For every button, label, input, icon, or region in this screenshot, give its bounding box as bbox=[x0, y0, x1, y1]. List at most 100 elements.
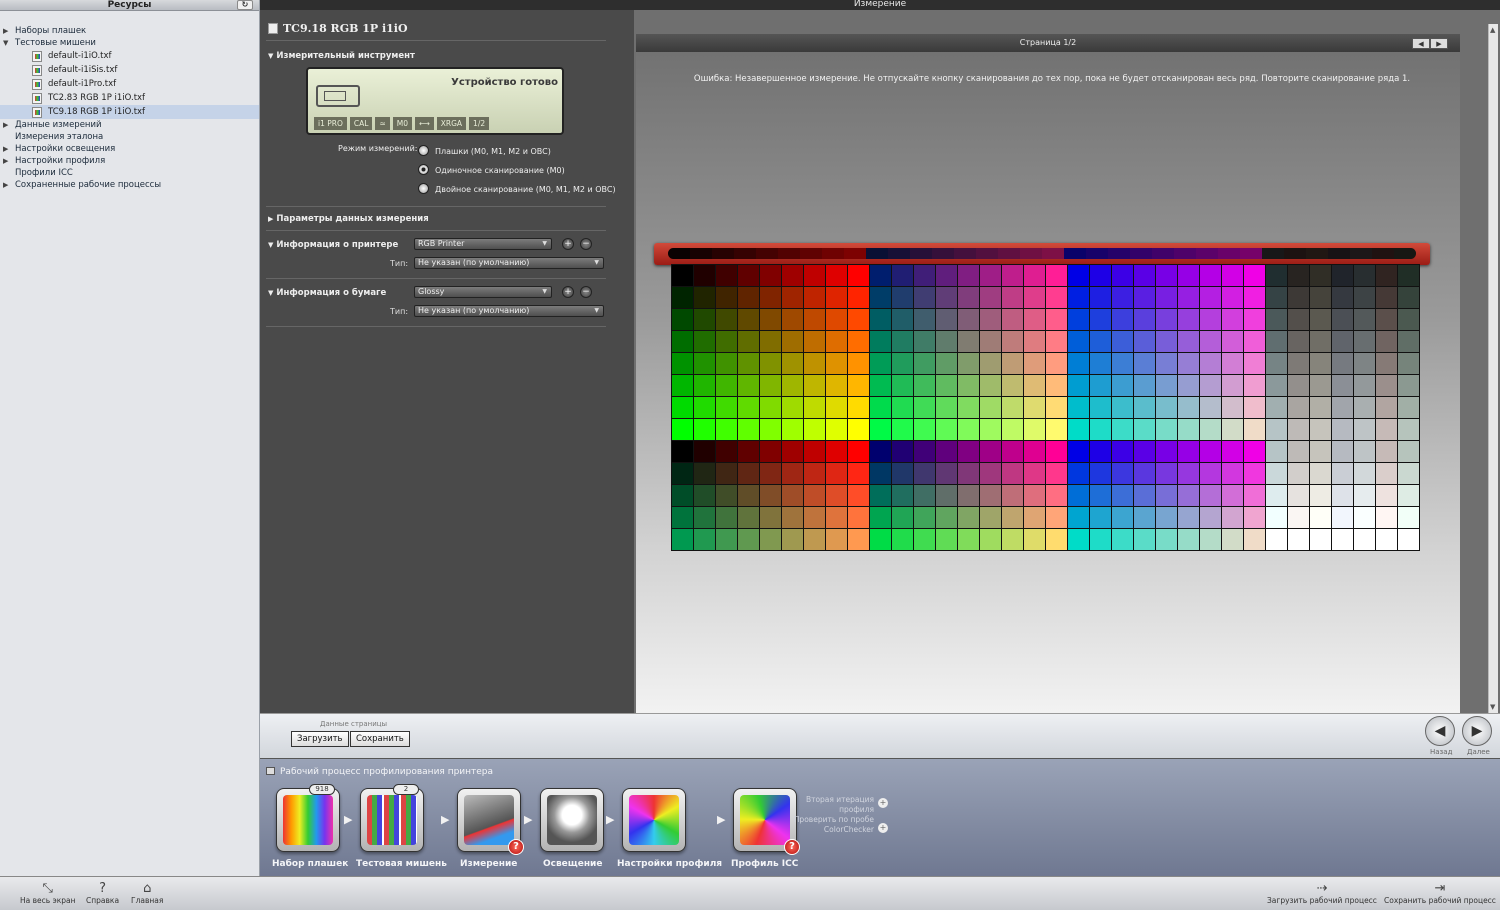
color-patch bbox=[958, 463, 979, 484]
radio-button-selected[interactable] bbox=[418, 164, 429, 175]
add-printer-button[interactable]: + bbox=[562, 238, 574, 250]
mode-radio-single-scan[interactable]: Одиночное сканирование (M0) bbox=[418, 164, 565, 175]
tree-item-measurements[interactable]: ▶ Данные измерений bbox=[0, 119, 259, 131]
tree-item-profile-settings[interactable]: ▶ Настройки профиля bbox=[0, 155, 259, 167]
printer-type-label: Тип: bbox=[390, 259, 409, 268]
expand-arrow-icon[interactable]: ▶ bbox=[3, 143, 8, 155]
tree-item-reference-measurements[interactable]: Измерения эталона bbox=[0, 131, 259, 143]
add-paper-button[interactable]: + bbox=[562, 286, 574, 298]
scroll-up-icon[interactable]: ▲ bbox=[1490, 26, 1495, 34]
color-patch bbox=[1156, 419, 1177, 440]
scan-row-patch bbox=[1108, 248, 1130, 259]
vertical-scrollbar[interactable]: ▲ ▼ bbox=[1488, 24, 1498, 713]
prev-page-icon[interactable]: ◀ bbox=[1412, 38, 1430, 49]
file-item[interactable]: default-i1Pro.txf bbox=[0, 77, 259, 91]
load-workflow-icon: ⇢ bbox=[1316, 881, 1328, 896]
help-button[interactable]: ? Справка bbox=[86, 881, 119, 905]
tree-item-illumination[interactable]: ▶ Настройки освещения bbox=[0, 143, 259, 155]
color-patch bbox=[870, 397, 891, 418]
file-item[interactable]: default-i1iO.txf bbox=[0, 49, 259, 63]
expand-arrow-icon[interactable]: ▶ bbox=[3, 179, 8, 191]
save-workflow-button[interactable]: ⇥ Сохранить рабочий процесс bbox=[1384, 881, 1496, 905]
expand-arrow-icon[interactable]: ▶ bbox=[3, 155, 8, 167]
color-patch bbox=[1354, 419, 1375, 440]
color-patch bbox=[1002, 287, 1023, 308]
color-patch bbox=[1332, 397, 1353, 418]
workflow-step-test-chart[interactable]: 2 bbox=[360, 784, 424, 852]
color-patch bbox=[672, 375, 693, 396]
radio-button[interactable] bbox=[418, 183, 429, 194]
color-patch bbox=[1046, 353, 1067, 374]
color-patch bbox=[1156, 375, 1177, 396]
fullscreen-button[interactable]: ⤡ На весь экран bbox=[20, 881, 76, 905]
color-patch bbox=[1332, 287, 1353, 308]
next-arrow-icon[interactable]: ▶ bbox=[1462, 716, 1492, 746]
tree-item-icc-profiles[interactable]: Профили ICC bbox=[0, 167, 259, 179]
color-patch bbox=[1002, 529, 1023, 550]
color-patch bbox=[782, 287, 803, 308]
color-patch bbox=[826, 309, 847, 330]
measurement-condition-label: M0 bbox=[392, 117, 412, 130]
remove-paper-button[interactable]: − bbox=[580, 286, 592, 298]
paper-select[interactable]: Glossy bbox=[414, 286, 552, 298]
file-item[interactable]: default-i1iSis.txf bbox=[0, 63, 259, 77]
color-patch bbox=[914, 265, 935, 286]
expand-arrow-icon[interactable]: ▶ bbox=[3, 119, 8, 131]
color-patch bbox=[1178, 331, 1199, 352]
color-patch bbox=[892, 485, 913, 506]
data-params-section-header[interactable]: ▶ Параметры данных измерения bbox=[268, 214, 429, 224]
tree-item-test-charts[interactable]: ▼ Тестовые мишени bbox=[0, 37, 259, 49]
workflow-step-illumination[interactable] bbox=[540, 788, 604, 852]
mode-radio-dual-scan[interactable]: Двойное сканирование (M0, M1, M2 и OBC) bbox=[418, 183, 616, 194]
printer-section-header[interactable]: ▼ Информация о принтере bbox=[268, 240, 398, 250]
remove-printer-button[interactable]: − bbox=[580, 238, 592, 250]
workflow-step-measurement[interactable]: ? bbox=[457, 788, 524, 855]
expand-arrow-icon[interactable]: ▶ bbox=[3, 25, 8, 37]
scan-row-patch bbox=[756, 248, 778, 259]
workflow-step-profile-settings[interactable] bbox=[622, 788, 686, 852]
printer-type-select[interactable]: Не указан (по умолчанию) bbox=[414, 257, 604, 269]
color-patch bbox=[1134, 441, 1155, 462]
color-patch bbox=[1266, 287, 1287, 308]
color-patch bbox=[1310, 529, 1331, 550]
color-patch bbox=[1090, 397, 1111, 418]
mode-radio-patches[interactable]: Плашки (M0, M1, M2 и OBC) bbox=[418, 145, 551, 156]
back-arrow-icon[interactable]: ◀ bbox=[1425, 716, 1455, 746]
color-patch bbox=[694, 441, 715, 462]
add-second-iteration-icon[interactable]: + bbox=[878, 798, 888, 808]
color-patch bbox=[1398, 287, 1419, 308]
instrument-section-header[interactable]: ▼ Измерительный инструмент bbox=[268, 51, 415, 61]
tree-item-saved-workflows[interactable]: ▶ Сохраненные рабочие процессы bbox=[0, 179, 259, 191]
color-patch bbox=[848, 353, 869, 374]
paper-type-select[interactable]: Не указан (по умолчанию) bbox=[414, 305, 604, 317]
load-workflow-button[interactable]: ⇢ Загрузить рабочий процесс bbox=[1267, 881, 1377, 905]
color-patch bbox=[1332, 529, 1353, 550]
color-patch bbox=[1222, 287, 1243, 308]
paper-section-header[interactable]: ▼ Информация о бумаге bbox=[268, 288, 386, 298]
scan-row-patch bbox=[1174, 248, 1196, 259]
save-page-button[interactable]: Сохранить bbox=[350, 731, 410, 747]
color-patch bbox=[738, 463, 759, 484]
workflow-step-patch-set[interactable]: 918 bbox=[276, 784, 340, 852]
add-colorchecker-icon[interactable]: + bbox=[878, 823, 888, 833]
color-patch bbox=[1068, 287, 1089, 308]
file-item[interactable]: TC2.83 RGB 1P i1iO.txf bbox=[0, 91, 259, 105]
color-patch bbox=[936, 419, 957, 440]
color-patch bbox=[958, 441, 979, 462]
color-patch bbox=[848, 287, 869, 308]
printer-select[interactable]: RGB Printer bbox=[414, 238, 552, 250]
color-patch bbox=[1090, 375, 1111, 396]
scroll-down-icon[interactable]: ▼ bbox=[1490, 703, 1495, 711]
chart-file-icon bbox=[32, 51, 42, 62]
home-button[interactable]: ⌂ Главная bbox=[131, 881, 163, 905]
tree-item-patch-sets[interactable]: ▶ Наборы плашек bbox=[0, 25, 259, 37]
refresh-icon[interactable]: ↻ bbox=[237, 0, 253, 10]
color-patch bbox=[1354, 287, 1375, 308]
color-patch bbox=[1354, 309, 1375, 330]
radio-button[interactable] bbox=[418, 145, 429, 156]
file-item-selected[interactable]: TC9.18 RGB 1P i1iO.txf bbox=[0, 105, 259, 119]
color-patch bbox=[804, 463, 825, 484]
next-page-icon[interactable]: ▶ bbox=[1430, 38, 1448, 49]
collapse-arrow-icon[interactable]: ▼ bbox=[3, 37, 8, 49]
load-page-button[interactable]: Загрузить bbox=[291, 731, 349, 747]
